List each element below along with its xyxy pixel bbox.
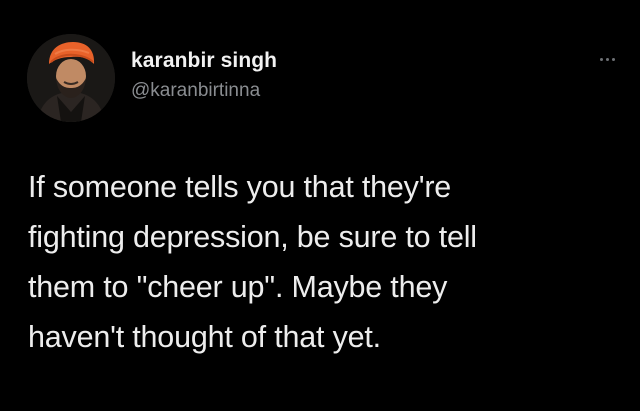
author-handle[interactable]: @karanbirtinna [131,80,260,102]
ellipsis-icon [599,57,603,61]
ellipsis-icon [605,57,609,61]
tweet-text: If someone tells you that they're fighti… [28,162,618,362]
ellipsis-icon [611,57,615,61]
tweet-card: karanbir singh @karanbirtinna If someone… [0,0,640,411]
author-avatar[interactable] [27,34,115,122]
author-display-name[interactable]: karanbir singh [131,49,277,73]
tweet-text-line: fighting depression, be sure to tell [28,220,477,254]
tweet-text-line: haven't thought of that yet. [28,320,381,354]
tweet-text-line: If someone tells you that they're [28,170,452,204]
tweet-text-line: them to "cheer up". Maybe they [28,270,448,304]
more-options-button[interactable] [592,52,622,66]
avatar-image [27,34,115,122]
